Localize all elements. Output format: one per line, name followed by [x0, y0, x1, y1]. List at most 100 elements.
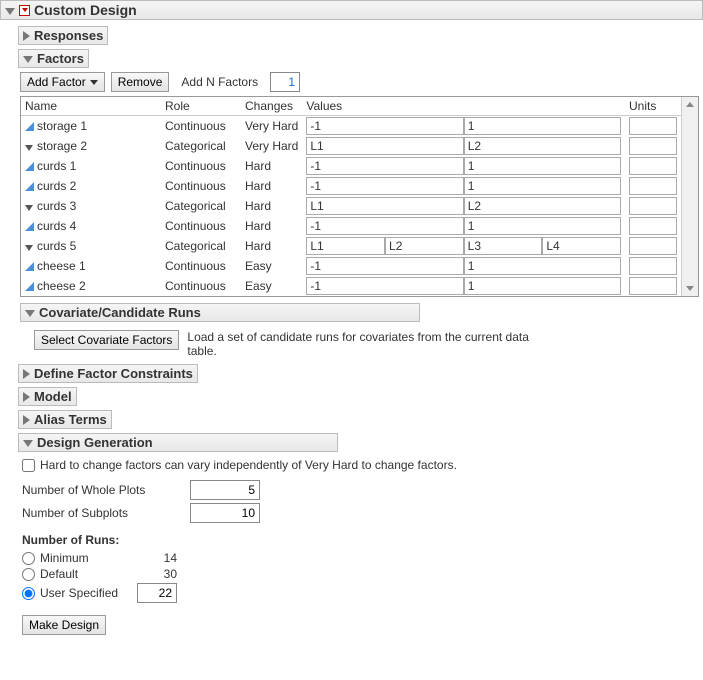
- cell-name[interactable]: cheese 2: [21, 276, 161, 296]
- minimum-radio-label[interactable]: Minimum: [22, 551, 137, 565]
- add-n-factors-input[interactable]: [270, 72, 300, 92]
- value-cell[interactable]: L2: [464, 197, 621, 215]
- cell-role[interactable]: Continuous: [161, 176, 241, 196]
- cell-name[interactable]: curds 2: [21, 176, 161, 196]
- cell-role[interactable]: Categorical: [161, 236, 241, 256]
- col-role[interactable]: Role: [161, 97, 241, 116]
- cell-changes[interactable]: Easy: [241, 276, 302, 296]
- cell-units[interactable]: [625, 196, 681, 216]
- value-cell[interactable]: L1: [306, 237, 385, 255]
- cell-name[interactable]: curds 3: [21, 196, 161, 216]
- value-cell[interactable]: 1: [464, 277, 621, 295]
- add-factor-button[interactable]: Add Factor: [20, 72, 105, 92]
- cell-units[interactable]: [625, 176, 681, 196]
- cell-name[interactable]: cheese 1: [21, 256, 161, 276]
- cell-role[interactable]: Categorical: [161, 136, 241, 156]
- value-cell[interactable]: -1: [306, 177, 463, 195]
- cell-units[interactable]: [625, 136, 681, 156]
- user-specified-radio[interactable]: [22, 587, 35, 600]
- value-cell[interactable]: [629, 157, 677, 175]
- table-row[interactable]: curds 2ContinuousHard-11: [21, 176, 681, 196]
- table-row[interactable]: storage 1ContinuousVery Hard-11: [21, 116, 681, 137]
- cell-role[interactable]: Continuous: [161, 276, 241, 296]
- cell-units[interactable]: [625, 236, 681, 256]
- table-row[interactable]: curds 5CategoricalHardL1L2L3L4: [21, 236, 681, 256]
- cell-role[interactable]: Continuous: [161, 156, 241, 176]
- cell-changes[interactable]: Hard: [241, 196, 302, 216]
- hard-vary-checkbox[interactable]: [22, 459, 35, 472]
- cell-changes[interactable]: Easy: [241, 256, 302, 276]
- cell-name[interactable]: curds 4: [21, 216, 161, 236]
- design-generation-header[interactable]: Design Generation: [18, 433, 338, 452]
- cell-role[interactable]: Continuous: [161, 116, 241, 137]
- table-row[interactable]: curds 4ContinuousHard-11: [21, 216, 681, 236]
- value-cell[interactable]: [629, 277, 677, 295]
- select-covariate-factors-button[interactable]: Select Covariate Factors: [34, 330, 179, 350]
- value-cell[interactable]: L1: [306, 137, 463, 155]
- value-cell[interactable]: -1: [306, 257, 463, 275]
- cell-units[interactable]: [625, 256, 681, 276]
- value-cell[interactable]: [629, 137, 677, 155]
- value-cell[interactable]: L2: [385, 237, 464, 255]
- value-cell[interactable]: -1: [306, 117, 463, 135]
- cell-changes[interactable]: Hard: [241, 236, 302, 256]
- cell-changes[interactable]: Very Hard: [241, 136, 302, 156]
- default-radio-label[interactable]: Default: [22, 567, 137, 581]
- cell-role[interactable]: Continuous: [161, 256, 241, 276]
- value-cell[interactable]: 1: [464, 157, 621, 175]
- value-cell[interactable]: [629, 177, 677, 195]
- minimum-radio[interactable]: [22, 552, 35, 565]
- cell-changes[interactable]: Hard: [241, 176, 302, 196]
- value-cell[interactable]: 1: [464, 257, 621, 275]
- model-header[interactable]: Model: [18, 387, 77, 406]
- default-radio[interactable]: [22, 568, 35, 581]
- value-cell[interactable]: [629, 237, 677, 255]
- red-menu-icon[interactable]: [19, 5, 30, 16]
- subplots-input[interactable]: [190, 503, 260, 523]
- constraints-header[interactable]: Define Factor Constraints: [18, 364, 198, 383]
- col-name[interactable]: Name: [21, 97, 161, 116]
- cell-changes[interactable]: Hard: [241, 216, 302, 236]
- alias-header[interactable]: Alias Terms: [18, 410, 112, 429]
- whole-plots-input[interactable]: [190, 480, 260, 500]
- remove-button[interactable]: Remove: [111, 72, 170, 92]
- table-row[interactable]: curds 3CategoricalHardL1L2: [21, 196, 681, 216]
- custom-design-header[interactable]: Custom Design: [0, 0, 703, 20]
- cell-name[interactable]: storage 2: [21, 136, 161, 156]
- col-changes[interactable]: Changes: [241, 97, 302, 116]
- col-units[interactable]: Units: [625, 97, 681, 116]
- cell-units[interactable]: [625, 116, 681, 137]
- cell-name[interactable]: storage 1: [21, 116, 161, 137]
- value-cell[interactable]: L4: [542, 237, 621, 255]
- responses-header[interactable]: Responses: [18, 26, 108, 45]
- cell-role[interactable]: Continuous: [161, 216, 241, 236]
- factors-scrollbar[interactable]: [681, 97, 698, 296]
- scroll-up-icon[interactable]: [682, 97, 697, 112]
- value-cell[interactable]: [629, 197, 677, 215]
- value-cell[interactable]: L1: [306, 197, 463, 215]
- covariate-header[interactable]: Covariate/Candidate Runs: [20, 303, 420, 322]
- value-cell[interactable]: -1: [306, 277, 463, 295]
- value-cell[interactable]: -1: [306, 157, 463, 175]
- value-cell[interactable]: L3: [464, 237, 543, 255]
- value-cell[interactable]: 1: [464, 117, 621, 135]
- cell-changes[interactable]: Very Hard: [241, 116, 302, 137]
- cell-units[interactable]: [625, 276, 681, 296]
- scroll-down-icon[interactable]: [682, 281, 697, 296]
- cell-units[interactable]: [625, 156, 681, 176]
- value-cell[interactable]: -1: [306, 217, 463, 235]
- user-specified-radio-label[interactable]: User Specified: [22, 586, 137, 600]
- cell-units[interactable]: [625, 216, 681, 236]
- value-cell[interactable]: [629, 217, 677, 235]
- value-cell[interactable]: [629, 117, 677, 135]
- cell-name[interactable]: curds 1: [21, 156, 161, 176]
- user-specified-input[interactable]: [137, 583, 177, 603]
- make-design-button[interactable]: Make Design: [22, 615, 106, 635]
- value-cell[interactable]: 1: [464, 217, 621, 235]
- cell-changes[interactable]: Hard: [241, 156, 302, 176]
- table-row[interactable]: storage 2CategoricalVery HardL1L2: [21, 136, 681, 156]
- table-row[interactable]: curds 1ContinuousHard-11: [21, 156, 681, 176]
- table-row[interactable]: cheese 2ContinuousEasy-11: [21, 276, 681, 296]
- value-cell[interactable]: 1: [464, 177, 621, 195]
- cell-role[interactable]: Categorical: [161, 196, 241, 216]
